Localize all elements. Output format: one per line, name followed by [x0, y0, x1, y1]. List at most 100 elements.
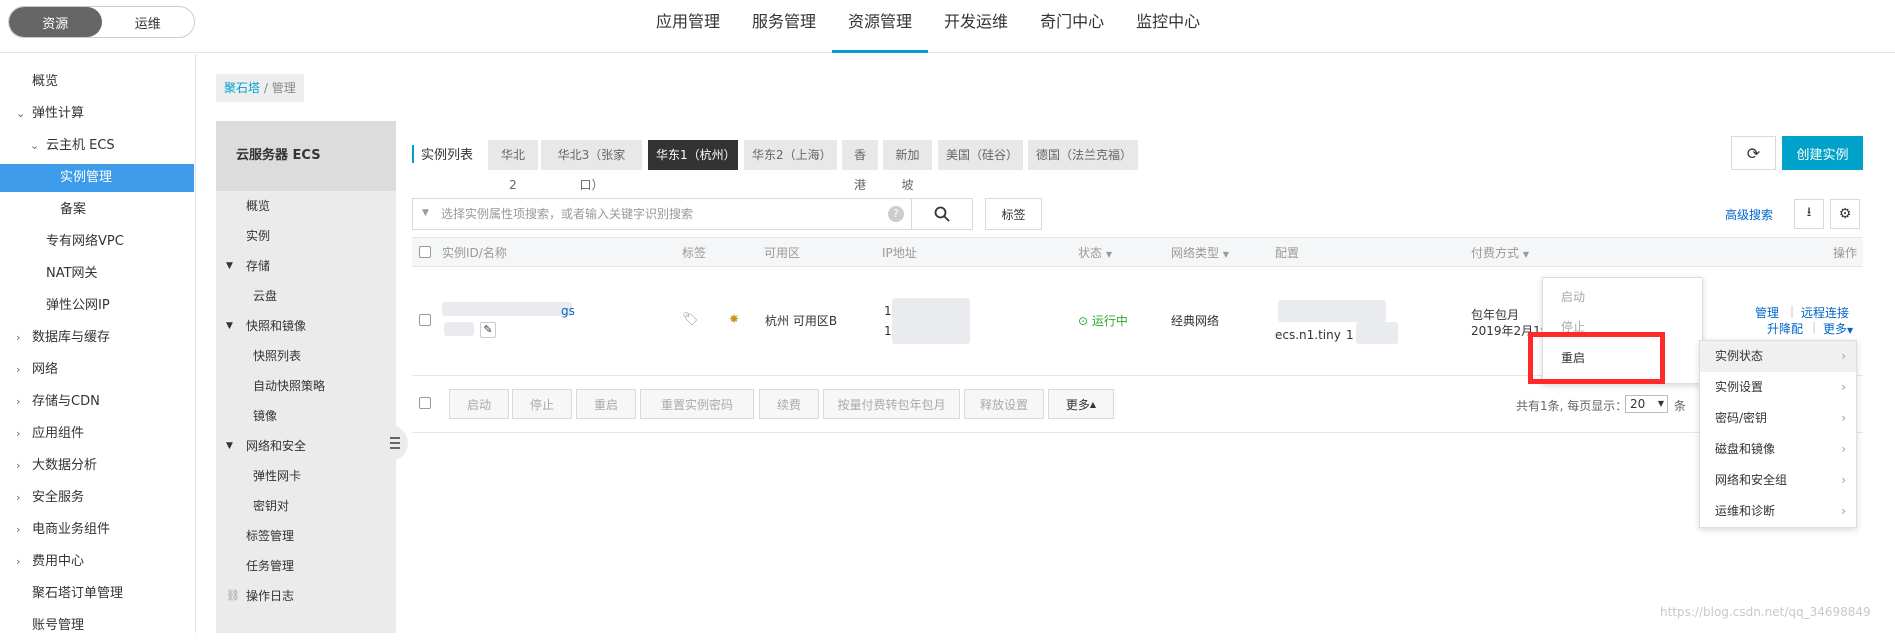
- region-tab-hongkong[interactable]: 香港: [842, 140, 878, 192]
- subnav-images[interactable]: 镜像: [216, 401, 396, 431]
- breadcrumb: 聚石塔 / 管理: [216, 74, 304, 102]
- subsidebar-title: 云服务器 ECS: [216, 121, 396, 191]
- batch-start-button[interactable]: 启动: [449, 389, 509, 419]
- submenu-instance-settings[interactable]: 实例设置 ›: [1700, 372, 1856, 403]
- search-button[interactable]: [911, 198, 973, 230]
- submenu-ops-diagnostics[interactable]: 运维和诊断 ›: [1700, 496, 1856, 527]
- col-tag: 标签: [682, 246, 707, 260]
- page-size-select[interactable]: 20 ▼: [1625, 395, 1668, 413]
- top-nav: 应用管理 服务管理 资源管理 开发运维 奇门中心 监控中心: [640, 0, 1216, 53]
- more-actions-link[interactable]: 更多▼: [1823, 320, 1853, 337]
- nav-app-management[interactable]: 应用管理: [640, 0, 736, 53]
- subnav-eni[interactable]: 弹性网卡: [216, 461, 396, 491]
- refresh-button[interactable]: ⟳: [1731, 136, 1776, 170]
- collapse-handle[interactable]: [384, 425, 408, 461]
- link-icon: ⛓: [226, 589, 240, 602]
- batch-renew-button[interactable]: 续费: [759, 389, 819, 419]
- sidebar-item-storage-cdn[interactable]: › 存储与CDN: [0, 388, 194, 416]
- submenu-network-security-group[interactable]: 网络和安全组 ›: [1700, 465, 1856, 496]
- region-tab-east1[interactable]: 华东1（杭州）: [648, 140, 738, 170]
- subnav-auto-snapshot-policy[interactable]: 自动快照策略: [216, 371, 396, 401]
- row-checkbox[interactable]: [419, 314, 431, 326]
- tag-icon[interactable]: 🏷: [682, 312, 699, 327]
- sidebar-item-label: 费用中心: [32, 554, 85, 569]
- batch-convert-billing-button[interactable]: 按量付费转包年包月: [823, 389, 960, 419]
- mode-ops[interactable]: 运维: [102, 7, 195, 37]
- sidebar-item-account[interactable]: 账号管理: [0, 612, 194, 640]
- submenu-instance-status[interactable]: 实例状态 ›: [1700, 341, 1856, 372]
- sidebar-item-billing[interactable]: › 费用中心: [0, 548, 194, 576]
- sidebar-item-instance-management[interactable]: 实例管理: [0, 164, 194, 192]
- footer-select-all-checkbox[interactable]: [419, 397, 431, 409]
- batch-stop-button[interactable]: 停止: [512, 389, 572, 419]
- manage-link[interactable]: 管理: [1755, 304, 1779, 321]
- subnav-snapshot-list[interactable]: 快照列表: [216, 341, 396, 371]
- chevron-right-icon: ›: [1841, 473, 1846, 487]
- batch-restart-button[interactable]: 重启: [576, 389, 636, 419]
- settings-button[interactable]: ⚙: [1830, 199, 1860, 229]
- sidebar-item-vpc[interactable]: 专有网络VPC: [0, 228, 194, 256]
- tag-filter-button[interactable]: 标签: [985, 198, 1042, 230]
- col-status[interactable]: 状态 ▼: [1078, 238, 1112, 270]
- batch-more-button[interactable]: 更多 ▲: [1048, 389, 1114, 419]
- help-icon[interactable]: ?: [888, 206, 904, 222]
- ecs-subsidebar: 云服务器 ECS 概览 实例 ▼ 存储 云盘 ▼ 快照和镜像 快照列表 自动快照策略…: [216, 121, 408, 633]
- create-instance-button[interactable]: 创建实例: [1782, 136, 1863, 170]
- instance-name-link[interactable]: gs: [561, 304, 575, 318]
- breadcrumb-link[interactable]: 聚石塔: [224, 81, 260, 95]
- batch-release-setting-button[interactable]: 释放设置: [964, 389, 1044, 419]
- sidebar-item-network[interactable]: › 网络: [0, 356, 194, 384]
- sidebar-item-overview[interactable]: 概览: [0, 68, 194, 96]
- region-tab-north3[interactable]: 华北3（张家口）: [541, 140, 642, 192]
- nav-service-management[interactable]: 服务管理: [736, 0, 832, 53]
- nav-resource-management[interactable]: 资源管理: [832, 0, 929, 53]
- region-tab-germany[interactable]: 德国（法兰克福）: [1028, 140, 1138, 170]
- sidebar-item-nat[interactable]: NAT网关: [0, 260, 194, 288]
- region-tab-us-siliconvalley[interactable]: 美国（硅谷）: [938, 140, 1023, 170]
- sidebar-item-eip[interactable]: 弹性公网IP: [0, 292, 194, 320]
- submenu-password-key[interactable]: 密码/密钥 ›: [1700, 403, 1856, 434]
- region-tab-singapore[interactable]: 新加坡: [883, 140, 932, 192]
- billing-type: 包年包月: [1471, 308, 1520, 322]
- subnav-snapshots-images[interactable]: ▼ 快照和镜像: [216, 311, 396, 341]
- subnav-keypairs[interactable]: 密钥对: [216, 491, 396, 521]
- region-tab-north2[interactable]: 华北 2: [488, 140, 538, 192]
- sidebar-item-security[interactable]: › 安全服务: [0, 484, 194, 512]
- col-billing[interactable]: 付费方式 ▼: [1471, 238, 1529, 270]
- sidebar-item-big-data[interactable]: › 大数据分析: [0, 452, 194, 480]
- submenu-disk-image[interactable]: 磁盘和镜像 ›: [1700, 434, 1856, 465]
- advanced-search-link[interactable]: 高级搜索: [1725, 206, 1773, 223]
- nav-qimen-center[interactable]: 奇门中心: [1024, 0, 1120, 53]
- subnav-network-security[interactable]: ▼ 网络和安全: [216, 431, 396, 461]
- batch-reset-password-button[interactable]: 重置实例密码: [640, 389, 754, 419]
- sidebar-item-ecs[interactable]: ⌄ 云主机 ECS: [0, 132, 194, 160]
- subnav-tasks[interactable]: 任务管理: [216, 551, 396, 581]
- nav-devops[interactable]: 开发运维: [928, 0, 1024, 53]
- page-size-unit: 条: [1674, 399, 1687, 413]
- sidebar-item-filing[interactable]: 备案: [0, 196, 194, 224]
- sidebar-item-ecommerce[interactable]: › 电商业务组件: [0, 516, 194, 544]
- remote-connect-link[interactable]: 远程连接: [1801, 304, 1849, 321]
- search-input[interactable]: [441, 203, 871, 225]
- sidebar-item-app-components[interactable]: › 应用组件: [0, 420, 194, 448]
- select-all-checkbox[interactable]: [419, 246, 431, 258]
- region-tab-east2[interactable]: 华东2（上海）: [744, 140, 837, 170]
- subnav-overview[interactable]: 概览: [216, 191, 396, 221]
- subnav-disks[interactable]: 云盘: [216, 281, 396, 311]
- subnav-operation-logs[interactable]: ⛓ 操作日志: [216, 581, 396, 611]
- subnav-instances[interactable]: 实例: [216, 221, 396, 251]
- sidebar-item-label: 网络: [32, 362, 59, 377]
- mode-resources[interactable]: 资源: [9, 7, 102, 37]
- sidebar-item-orders[interactable]: 聚石塔订单管理: [0, 580, 194, 608]
- export-button[interactable]: ⭳: [1794, 199, 1824, 229]
- subnav-storage[interactable]: ▼ 存储: [216, 251, 396, 281]
- filter-caret-icon[interactable]: ▼: [422, 208, 429, 218]
- sidebar-item-elastic-compute[interactable]: ⌄ 弹性计算: [0, 100, 194, 128]
- menu-start[interactable]: 启动: [1561, 288, 1585, 305]
- nav-monitor-center[interactable]: 监控中心: [1120, 0, 1216, 53]
- subnav-tags[interactable]: 标签管理: [216, 521, 396, 551]
- edit-name-icon[interactable]: ✎: [480, 322, 496, 338]
- col-network-type[interactable]: 网络类型 ▼: [1171, 238, 1229, 270]
- sidebar-item-database[interactable]: › 数据库与缓存: [0, 324, 194, 352]
- resize-link[interactable]: 升降配: [1767, 320, 1803, 337]
